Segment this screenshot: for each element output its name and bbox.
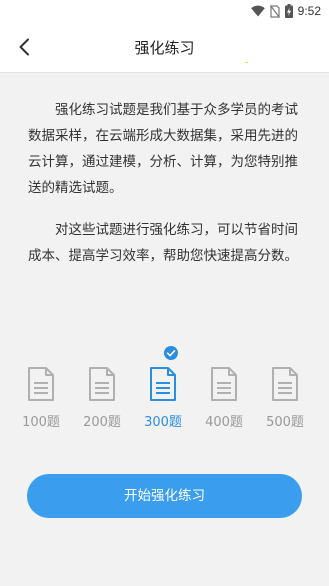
intro-paragraph-1: 强化练习试题是我们基于众多学员的考试数据采样，在云端形成大数据集，采用先进的云计… bbox=[28, 102, 298, 196]
wifi-icon bbox=[250, 5, 265, 17]
option-label: 200题 bbox=[83, 415, 121, 430]
question-count-options: 100题 200题 300题 400题 500题 bbox=[0, 346, 329, 432]
option-300[interactable]: 300题 bbox=[137, 346, 189, 432]
battery-charging-icon bbox=[284, 4, 293, 18]
start-practice-button[interactable]: 开始强化练习 bbox=[27, 474, 302, 518]
status-bar: 9:52 bbox=[0, 0, 329, 22]
document-icon bbox=[89, 367, 115, 401]
option-label: 500题 bbox=[266, 415, 304, 430]
option-200[interactable]: 200题 bbox=[76, 352, 128, 432]
option-label: 100题 bbox=[22, 415, 60, 430]
document-icon bbox=[272, 367, 298, 401]
intro-paragraph-2: 对这些试题进行强化练习，可以节省时间成本、提高学习效率，帮助您快速提高分数。 bbox=[28, 222, 298, 264]
document-icon bbox=[28, 367, 54, 401]
status-icons: 9:52 bbox=[250, 3, 321, 19]
sim-blocked-icon bbox=[269, 4, 280, 18]
document-icon bbox=[211, 367, 237, 401]
option-100[interactable]: 100题 bbox=[15, 352, 67, 432]
page-title: 强化练习 bbox=[134, 39, 195, 57]
option-label: 300题 bbox=[144, 415, 182, 430]
status-time: 9:52 bbox=[297, 4, 321, 18]
option-500[interactable]: 500题 bbox=[259, 352, 311, 432]
nav-bar: 强化练习 bbox=[0, 22, 329, 73]
option-label: 400题 bbox=[205, 415, 243, 430]
intro-text: 强化练习试题是我们基于众多学员的考试数据采样，在云端形成大数据集，采用先进的云计… bbox=[28, 97, 306, 269]
document-icon bbox=[150, 367, 176, 401]
option-400[interactable]: 400题 bbox=[198, 352, 250, 432]
check-circle-icon bbox=[164, 346, 178, 360]
screen: 9:52 强化练习 强化练习试题是我们基于众多学员的考试数据采样，在云端形成大数… bbox=[0, 0, 329, 586]
decorative-dot bbox=[245, 62, 248, 63]
